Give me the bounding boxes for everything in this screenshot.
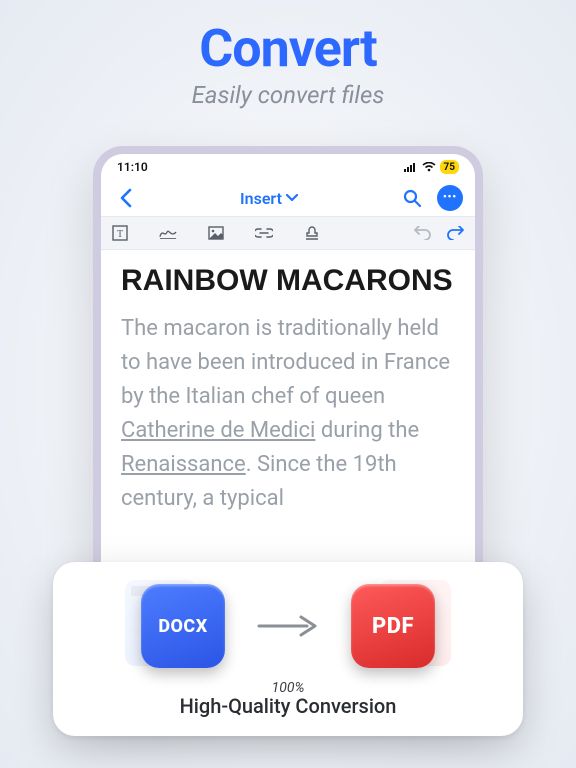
image-tool[interactable] [207, 224, 225, 242]
nav-bar: Insert ••• [101, 180, 475, 216]
doc-link-catherine[interactable]: Catherine de Medici [121, 418, 315, 443]
stamp-tool[interactable] [303, 224, 321, 242]
toolbar: T [101, 216, 475, 250]
document-body: The macaron is traditionally held to hav… [121, 312, 455, 517]
format-chip-pdf: PDF [351, 584, 435, 668]
search-button[interactable] [399, 185, 425, 211]
status-time: 11:10 [117, 160, 148, 174]
document-heading: RAINBOW MACARONS [121, 264, 455, 298]
format-chip-docx: DOCX [141, 584, 225, 668]
conversion-card: DOCX PDF 100% High-Quality Conversion [53, 562, 523, 736]
wifi-icon [422, 162, 436, 172]
signal-icon [404, 162, 418, 172]
link-tool[interactable] [255, 224, 273, 242]
arrow-right-icon [257, 613, 319, 639]
nav-title-dropdown[interactable]: Insert [240, 189, 298, 208]
back-button[interactable] [113, 185, 139, 211]
signature-tool[interactable] [159, 224, 177, 242]
chevron-down-icon [286, 194, 298, 202]
status-bar: 11:10 75 [101, 154, 475, 180]
nav-title-label: Insert [240, 189, 282, 208]
more-button[interactable]: ••• [437, 185, 463, 211]
dots-icon: ••• [443, 193, 457, 203]
battery-indicator: 75 [440, 160, 459, 174]
svg-text:T: T [117, 229, 123, 240]
conversion-caption: High-Quality Conversion [73, 694, 503, 718]
hero-title: Convert [0, 18, 576, 79]
textbox-tool[interactable]: T [111, 224, 129, 242]
doc-link-renaissance[interactable]: Renaissance [121, 452, 246, 477]
hero-subtitle: Easily convert files [0, 81, 576, 109]
redo-button[interactable] [447, 224, 465, 242]
undo-button[interactable] [413, 224, 431, 242]
